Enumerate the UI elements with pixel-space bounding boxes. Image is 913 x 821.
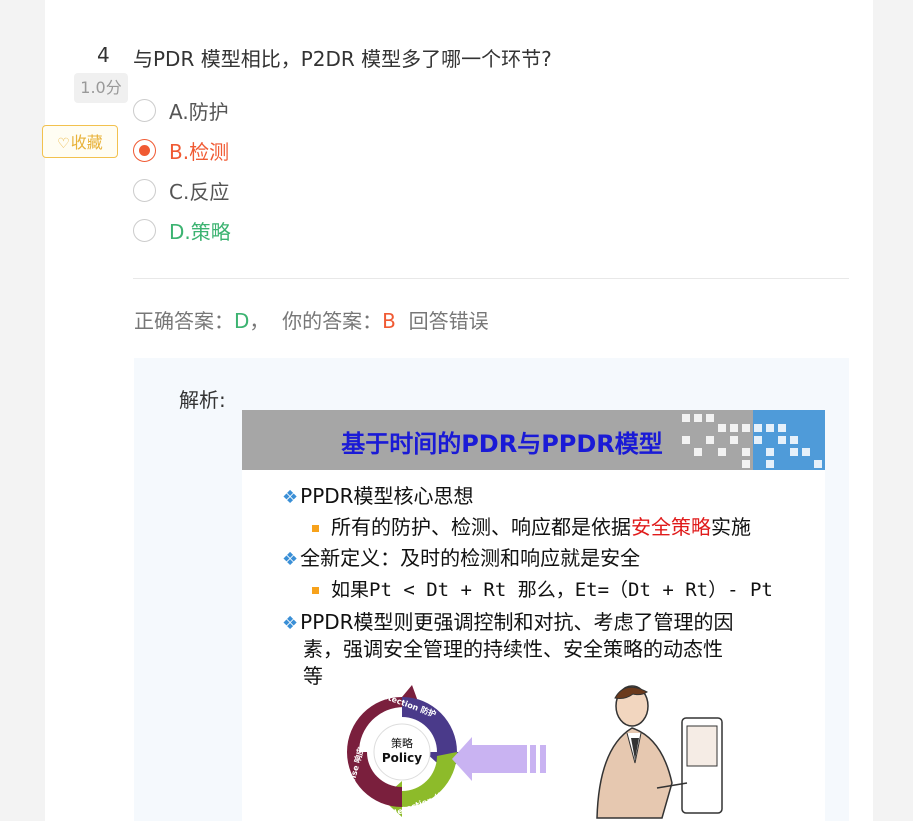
option-d[interactable]: D.策略 <box>133 215 231 245</box>
option-b[interactable]: B.检测 <box>133 135 229 165</box>
question-title: 与PDR 模型相比，P2DR 模型多了哪一个环节? <box>133 47 552 71</box>
slide-bullet-2: ❖ 全新定义：及时的检测和响应就是安全 <box>282 546 641 570</box>
slide-header: 基于时间的PDR与PPDR模型 <box>242 410 825 470</box>
slide-bullet-1: ❖ PPDR模型核心思想 <box>282 484 474 508</box>
slide-title: 基于时间的PDR与PPDR模型 <box>341 430 663 458</box>
policy-en: Policy <box>382 751 422 765</box>
separator: ， <box>249 309 270 333</box>
option-label: A.防护 <box>169 99 229 124</box>
option-c[interactable]: C.反应 <box>133 175 229 205</box>
diamond-bullet-icon: ❖ <box>282 487 299 508</box>
analysis-label: 解析: <box>179 388 226 412</box>
favorite-label: 收藏 <box>70 133 103 152</box>
radio-icon[interactable] <box>133 218 156 242</box>
radio-icon[interactable] <box>133 178 156 202</box>
diamond-bullet-icon: ❖ <box>282 613 299 634</box>
your-answer-value: B <box>382 309 396 333</box>
score-badge: 1.0分 <box>74 73 128 103</box>
correct-answer-value: D <box>234 309 250 333</box>
square-bullet-icon <box>312 525 319 532</box>
policy-cn: 策略 <box>391 736 413 750</box>
answer-result: 正确答案：D， 你的答案：B 回答错误 <box>134 305 489 334</box>
p2dr-cycle-diagram: 策略 Policy protection 防护 detection 检测 res… <box>341 685 546 818</box>
option-label: D.策略 <box>169 219 231 244</box>
slide-bullet-3-line-3: 等 <box>303 664 323 688</box>
slide-bullet-3: ❖ PPDR模型则更强调控制和对抗、考虑了管理的因 <box>282 610 734 634</box>
option-label: B.检测 <box>169 139 230 164</box>
favorite-button[interactable]: ♡收藏 <box>42 125 118 158</box>
verdict: 回答错误 <box>408 309 489 333</box>
your-answer-prefix: 你的答案： <box>282 309 383 333</box>
option-label: C.反应 <box>169 179 230 204</box>
divider <box>133 278 849 279</box>
slide-sub-bullet-2: 如果Pt < Dt + Rt 那么，Et=（Dt + Rt）- Pt <box>312 576 773 604</box>
radio-icon[interactable] <box>133 98 156 122</box>
radio-icon[interactable] <box>133 138 156 162</box>
question-number: 4 <box>97 43 110 67</box>
heart-icon: ♡ <box>57 136 70 152</box>
square-bullet-icon <box>312 587 319 594</box>
slide-sub-bullet-1: 所有的防护、检测、响应都是依据安全策略实施 <box>312 514 751 541</box>
user-at-computer-illustration <box>596 685 723 819</box>
correct-answer-prefix: 正确答案： <box>134 309 234 333</box>
slide-bullet-3-line-2: 素，强调安全管理的持续性、安全策略的动态性 <box>303 637 723 661</box>
analysis-slide-image: 基于时间的PDR与PPDR模型 ❖ PPDR模型核心思想 所有的防护、检测、响应都… <box>242 410 825 821</box>
diamond-bullet-icon: ❖ <box>282 549 299 570</box>
connector-arrow <box>472 745 527 773</box>
option-a[interactable]: A.防护 <box>133 95 229 125</box>
